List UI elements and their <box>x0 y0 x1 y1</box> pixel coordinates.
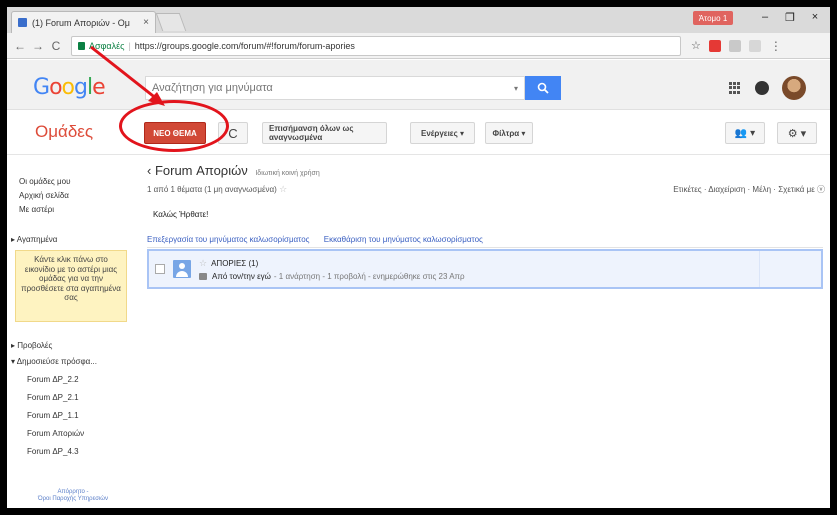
forum-name[interactable]: ‹ Forum Απορ​ιών <box>147 163 248 178</box>
google-header: Google Αναζήτηση για μηνύματα ▾ <box>7 60 830 110</box>
reload-icon[interactable]: C <box>47 39 65 53</box>
search-placeholder: Αναζήτηση για μηνύματα <box>152 82 273 94</box>
forum-nav-links[interactable]: Ετικέτες · Διαχείριση · Μέλη · Σχετικά μ… <box>625 184 825 195</box>
logo-letter: o <box>61 75 76 100</box>
sidebar-recent-header[interactable]: ▾ Δημοσιεύσε πρόσφα... <box>11 357 97 366</box>
user-avatar-icon <box>173 260 191 278</box>
sidebar-recent-item[interactable]: Forum ΔΡ_2.2 <box>27 375 79 384</box>
browser-user-badge[interactable]: Άτομο 1 <box>693 11 733 25</box>
sidebar-recent-item[interactable]: Forum ΔΡ_2.1 <box>27 393 79 402</box>
close-window-button[interactable]: × <box>807 11 823 23</box>
topic-text: ☆ ΑΠΟΡΙΕΣ (1) Από τον/την εγώ - 1 ανάρτη… <box>199 258 465 281</box>
topic-count: 1 από 1 θέματα (1 μη αναγνωσμένα) ☆ <box>147 184 287 195</box>
mark-all-read-button[interactable]: Επισήμανση όλων ως αναγνωσμένα <box>262 122 387 144</box>
clear-welcome-link[interactable]: Εκκαθάριση του μηνύματος καλωσορίσματος <box>324 235 483 244</box>
bookmark-star-icon[interactable]: ☆ <box>691 39 701 52</box>
browser-window: (1) Forum Απορ​ιών - Ομ × Άτομο 1 – ❐ × … <box>7 7 830 508</box>
groups-favicon-icon <box>18 18 27 27</box>
sidebar-item-starred[interactable]: Με αστέρι <box>19 205 54 214</box>
forum-privacy: Ιδιωτική κοινή χρήση <box>255 170 320 177</box>
browser-tab[interactable]: (1) Forum Απορ​ιών - Ομ × <box>11 11 156 33</box>
sidebar-recent-item[interactable]: Forum ΔΡ_1.1 <box>27 411 79 420</box>
back-arrow-icon[interactable]: ← <box>11 39 29 53</box>
sidebar-item-home[interactable]: Αρχική σελίδα <box>19 191 69 200</box>
sidebar-recent-item[interactable]: Forum ΔΡ_4.3 <box>27 447 79 456</box>
welcome-actions: Επεξεργασία του μηνύματος καλωσορίσματος… <box>147 235 823 248</box>
topic-author: Από τον/την εγώ <box>212 271 271 281</box>
url-bar[interactable]: Ασφαλές | https://groups.google.com/foru… <box>71 35 681 56</box>
secure-label: Ασφαλές <box>89 40 125 51</box>
forward-arrow-icon[interactable]: → <box>29 39 47 53</box>
url-text: https://groups.google.com/forum/#!forum/… <box>134 40 355 51</box>
message-icon <box>199 272 207 280</box>
topic-checkbox[interactable] <box>155 264 165 274</box>
lock-icon <box>78 41 85 50</box>
search-options-chevron-icon[interactable]: ▾ <box>514 84 518 93</box>
new-tab-button[interactable] <box>155 13 187 31</box>
google-logo[interactable]: Google <box>33 75 106 100</box>
topic-title-line: ☆ ΑΠΟΡΙΕΣ (1) <box>199 258 465 269</box>
address-toolbar: ← → C Ασφαλές | https://groups.google.co… <box>7 33 830 59</box>
search-button[interactable] <box>525 76 561 100</box>
terms-link[interactable]: Όροι Παροχής Υπηρεσιών <box>7 496 139 503</box>
forum-star-icon[interactable]: ☆ <box>279 184 287 194</box>
sidebar-item-my-groups[interactable]: Οι ομάδες μου <box>19 177 70 186</box>
forum-main: ‹ Forum Απορ​ιών Ιδιωτική κοινή χρήση 1 … <box>145 155 830 508</box>
search-icon <box>537 82 549 94</box>
extension-icon[interactable] <box>728 39 741 52</box>
browser-titlebar: (1) Forum Απορ​ιών - Ομ × Άτομο 1 – ❐ × <box>7 7 830 33</box>
table-row[interactable]: ☆ ΑΠΟΡΙΕΣ (1) Από τον/την εγώ - 1 ανάρτη… <box>147 249 823 289</box>
avatar[interactable] <box>782 76 806 100</box>
welcome-message: Καλώς Ήρθατε! <box>153 210 209 219</box>
search-input[interactable]: Αναζήτηση για μηνύματα ▾ <box>145 76 525 100</box>
extension-icon-2[interactable] <box>748 39 761 52</box>
page-title[interactable]: Ομάδες <box>35 122 93 142</box>
tab-title: (1) Forum Απορ​ιών - Ομ <box>32 17 130 28</box>
topic-meta: Από τον/την εγώ - 1 ανάρτηση - 1 προβολή… <box>199 272 465 281</box>
maximize-button[interactable]: ❐ <box>782 11 798 24</box>
edit-welcome-link[interactable]: Επεξεργασία του μηνύματος καλωσορίσματος <box>147 235 310 244</box>
topic-stats: - 1 ανάρτηση - 1 προβολή - ενημερώθηκε σ… <box>273 271 465 281</box>
sidebar-recent-item[interactable]: Forum Απορ​ιών <box>27 429 84 438</box>
row-divider <box>759 251 760 287</box>
annotation-circle <box>119 100 229 152</box>
actions-dropdown[interactable]: Ενέργειες ▾ <box>410 122 475 144</box>
forum-title: ‹ Forum Απορ​ιών Ιδιωτική κοινή χρήση <box>147 163 320 178</box>
logo-letter: e <box>92 75 106 100</box>
filters-dropdown[interactable]: Φίλτρα ▾ <box>485 122 533 144</box>
add-members-icon[interactable]: 👥 ▾ <box>725 122 765 144</box>
logo-letter: G <box>33 75 50 100</box>
apps-grid-icon[interactable] <box>729 82 741 94</box>
footer-links: Απόρρητο - Όροι Παροχής Υπηρεσιών <box>7 489 139 503</box>
sidebar-views-header[interactable]: ▸ Προβολές <box>11 341 52 350</box>
topic-star-icon[interactable]: ☆ <box>199 258 207 269</box>
logo-letter: g <box>74 75 88 100</box>
tab-close-icon[interactable]: × <box>143 17 149 28</box>
logo-letter: o <box>49 75 63 100</box>
topic-count-text: 1 από 1 θέματα (1 μη αναγνωσμένα) <box>147 185 277 194</box>
sidebar-favorites-header[interactable]: ▸ Αγαπημένα <box>11 235 57 244</box>
minimize-button[interactable]: – <box>757 11 773 23</box>
topic-title[interactable]: ΑΠΟΡΙΕΣ (1) <box>211 259 258 268</box>
opera-extension-icon[interactable] <box>708 39 721 52</box>
favorites-hint: Κάντε κλικ πάνω στο εικονίδιο με το αστέ… <box>15 250 127 322</box>
browser-menu-icon[interactable]: ⋮ <box>767 39 785 53</box>
url-separator: | <box>128 40 131 51</box>
settings-gear-icon[interactable]: ⚙ ▾ <box>777 122 817 144</box>
sidebar: Οι ομάδες μου Αρχική σελίδα Με αστέρι ▸ … <box>7 155 139 508</box>
notifications-icon[interactable] <box>755 81 769 95</box>
